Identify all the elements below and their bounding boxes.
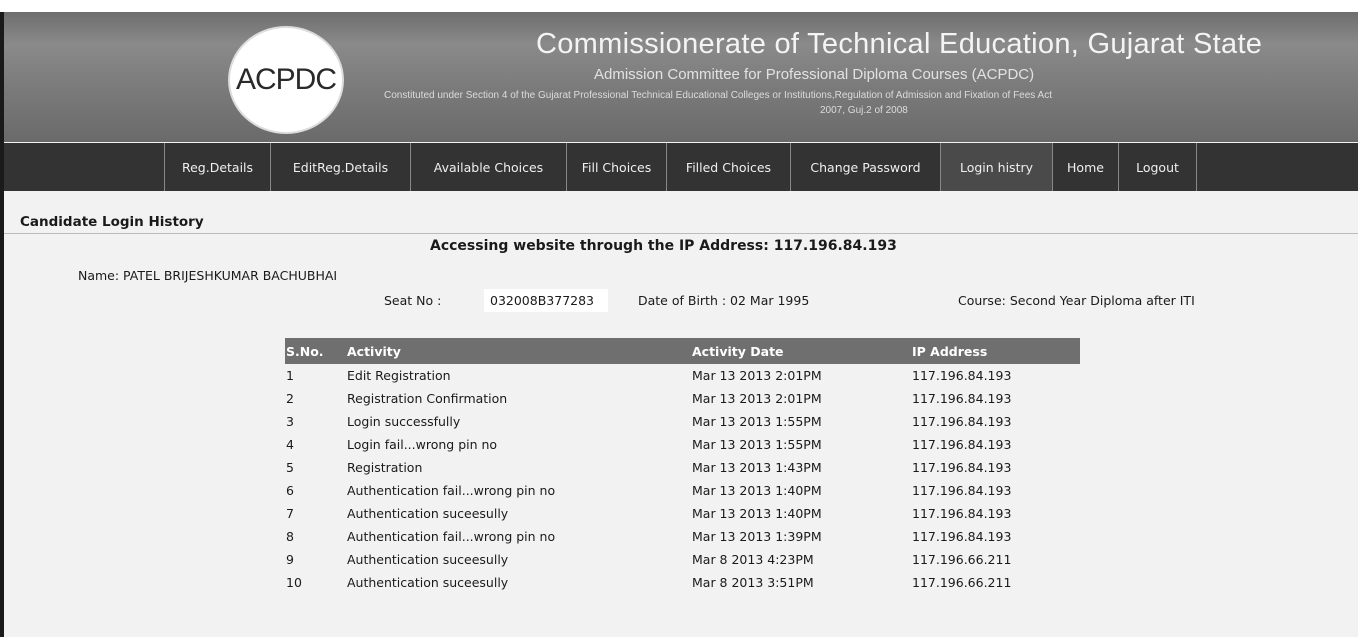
site-subtitle: Admission Committee for Professional Dip… <box>594 66 1035 83</box>
section-title: Candidate Login History <box>20 214 210 230</box>
cell-activity-date: Mar 13 2013 1:55PM <box>692 414 822 429</box>
cell-activity-date: Mar 13 2013 1:55PM <box>692 437 822 452</box>
cell-sno: 8 <box>286 529 294 544</box>
cell-ip-address: 117.196.84.193 <box>912 437 1012 452</box>
site-header: ACPDC Commissionerate of Technical Educa… <box>4 12 1358 142</box>
table-row: 4 Login fail...wrong pin no Mar 13 2013 1:… <box>285 433 1080 456</box>
cell-ip-address: 117.196.84.193 <box>912 414 1012 429</box>
seat-no-label: Seat No : <box>384 293 442 308</box>
table-row: 7 Authentication suceesully Mar 13 2013 1:… <box>285 502 1080 525</box>
header-sno: S.No. <box>286 343 324 359</box>
table-row: 5 Registration Mar 13 2013 1:43PM 117.196.8… <box>285 456 1080 479</box>
cell-sno: 6 <box>286 483 294 498</box>
section-border <box>4 233 1358 234</box>
seat-no-value: 032008B377283 <box>484 289 608 312</box>
cell-sno: 2 <box>286 391 294 406</box>
table-header: S.No. Activity Activity Date IP Address <box>285 338 1080 364</box>
cell-ip-address: 117.196.66.211 <box>912 552 1012 567</box>
cell-sno: 4 <box>286 437 294 452</box>
cell-sno: 9 <box>286 552 294 567</box>
cell-sno: 5 <box>286 460 294 475</box>
cell-ip-address: 117.196.84.193 <box>912 529 1012 544</box>
cell-activity: Registration Confirmation <box>347 391 508 406</box>
cell-ip-address: 117.196.84.193 <box>912 460 1012 475</box>
cell-sno: 3 <box>286 414 294 429</box>
cell-activity: Authentication fail...wrong pin no <box>347 529 556 544</box>
cell-ip-address: 117.196.84.193 <box>912 483 1012 498</box>
table-row: 8 Authentication fail...wrong pin no Mar 1… <box>285 525 1080 548</box>
cell-activity: Registration <box>347 460 423 475</box>
nav-filled-choices[interactable]: Filled Choices <box>666 143 790 191</box>
cell-sno: 7 <box>286 506 294 521</box>
table-row: 1 Edit Registration Mar 13 2013 2:01PM 117.… <box>285 364 1080 387</box>
cell-activity: Login fail...wrong pin no <box>347 437 498 452</box>
cell-activity-date: Mar 13 2013 1:40PM <box>692 483 822 498</box>
cell-activity-date: Mar 13 2013 1:40PM <box>692 506 822 521</box>
cell-ip-address: 117.196.84.193 <box>912 391 1012 406</box>
nav-reg-details[interactable]: Reg.Details <box>164 143 270 191</box>
ip-address-notice: Accessing website through the IP Address… <box>430 238 897 254</box>
cell-ip-address: 117.196.84.193 <box>912 506 1012 521</box>
cell-activity-date: Mar 8 2013 4:23PM <box>692 552 814 567</box>
cell-ip-address: 117.196.84.193 <box>912 368 1012 383</box>
cell-activity: Authentication suceesully <box>347 552 509 567</box>
nav-home[interactable]: Home <box>1052 143 1118 191</box>
header-activity: Activity <box>347 343 401 359</box>
cell-activity: Authentication suceesully <box>347 575 509 590</box>
nav-change-password[interactable]: Change Password <box>790 143 940 191</box>
table-row: 6 Authentication fail...wrong pin no Mar 1… <box>285 479 1080 502</box>
nav-login-history[interactable]: Login histry <box>940 143 1052 191</box>
cell-activity: Login successfully <box>347 414 461 429</box>
acpdc-logo: ACPDC <box>228 26 344 134</box>
cell-activity-date: Mar 13 2013 2:01PM <box>692 391 822 406</box>
table-row: 9 Authentication suceesully Mar 8 2013 4:2… <box>285 548 1080 571</box>
main-nav: Reg.Details EditReg.Details Available Ch… <box>4 143 1358 191</box>
cell-activity-date: Mar 13 2013 1:39PM <box>692 529 822 544</box>
cell-activity-date: Mar 13 2013 2:01PM <box>692 368 822 383</box>
table-row: 2 Registration Confirmation Mar 13 2013 2:… <box>285 387 1080 410</box>
table-row: 3 Login successfully Mar 13 2013 1:55PM 117… <box>285 410 1080 433</box>
cell-activity-date: Mar 13 2013 1:43PM <box>692 460 822 475</box>
nav-divider <box>1196 143 1197 191</box>
cell-activity: Edit Registration <box>347 368 451 383</box>
header-activity-date: Activity Date <box>692 343 784 359</box>
candidate-name: Name: PATEL BRIJESHKUMAR BACHUBHAI <box>78 268 338 283</box>
table-body: 1 Edit Registration Mar 13 2013 2:01PM 117.… <box>285 364 1080 594</box>
cell-activity-date: Mar 8 2013 3:51PM <box>692 575 814 590</box>
logo-text: ACPDC <box>235 63 337 96</box>
nav-edit-reg-details[interactable]: EditReg.Details <box>270 143 410 191</box>
site-legal-text: Constituted under Section 4 of the Gujar… <box>384 90 1052 101</box>
cell-ip-address: 117.196.66.211 <box>912 575 1012 590</box>
site-title: Commissionerate of Technical Education, … <box>536 28 1263 60</box>
cell-activity: Authentication fail...wrong pin no <box>347 483 556 498</box>
course-info: Course: Second Year Diploma after ITI <box>958 293 1195 308</box>
header-ip-address: IP Address <box>912 343 988 359</box>
cell-sno: 10 <box>286 575 302 590</box>
cell-sno: 1 <box>286 368 294 383</box>
nav-available-choices[interactable]: Available Choices <box>410 143 566 191</box>
cell-activity: Authentication suceesully <box>347 506 509 521</box>
table-row: 10 Authentication suceesully Mar 8 2013 3:… <box>285 571 1080 594</box>
login-history-table: S.No. Activity Activity Date IP Address … <box>285 338 1080 594</box>
nav-logout[interactable]: Logout <box>1118 143 1196 191</box>
nav-fill-choices[interactable]: Fill Choices <box>566 143 666 191</box>
date-of-birth: Date of Birth : 02 Mar 1995 <box>638 293 810 308</box>
site-legal-text-2: 2007, Guj.2 of 2008 <box>820 105 908 116</box>
